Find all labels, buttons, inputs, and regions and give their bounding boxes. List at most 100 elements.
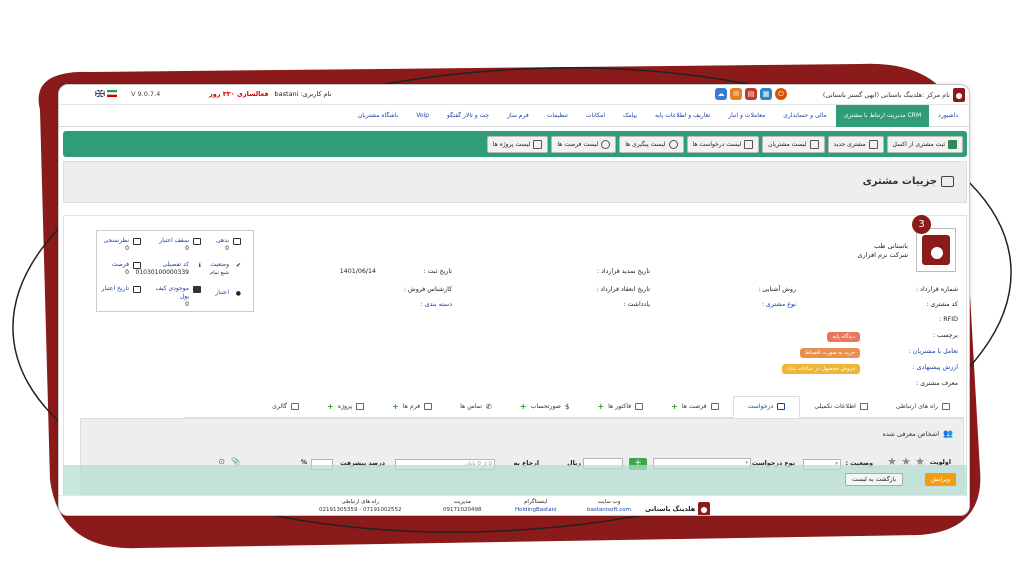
contract-conclusion-label: تاریخ انعقاد قرارداد : xyxy=(596,286,650,293)
chat-icon[interactable]: ✉ xyxy=(730,88,742,100)
add-icon[interactable]: + xyxy=(392,396,399,418)
credit-date-label: تاریخ اعتبار xyxy=(101,285,129,292)
survey-stat[interactable]: نظرسنجی 0 xyxy=(103,237,141,253)
tab-extra-info[interactable]: اطلاعات تکمیلی xyxy=(800,396,882,418)
add-icon[interactable]: + xyxy=(327,396,334,418)
power-icon[interactable]: ⏻ xyxy=(775,88,787,100)
info-icon xyxy=(859,403,868,410)
flag-icon xyxy=(133,262,141,269)
info-icon: ℹ xyxy=(198,262,201,269)
tab-gallery-label: گالری xyxy=(272,402,288,410)
tab-project[interactable]: پروژه + xyxy=(313,396,378,418)
followup-list-button[interactable]: لیست پیگیری ها xyxy=(619,135,684,153)
tab-statements-label: صورتحساب xyxy=(530,402,561,410)
uk-flag-icon[interactable] xyxy=(95,90,105,97)
tab-request[interactable]: درخواست xyxy=(732,395,801,418)
website-label: وب سایت xyxy=(597,499,621,505)
add-icon[interactable]: + xyxy=(671,396,678,418)
tab-contact-ways-label: راه های ارتباطی xyxy=(895,402,938,410)
wallet-value: 0 xyxy=(185,301,189,308)
request-list-button[interactable]: لیست درخواست ها xyxy=(686,135,760,153)
customer-stats: بدهی 0 سقف اعتبار 0 نظرسنجی 0 ✔ وضعیت شیع تما… xyxy=(96,230,254,312)
instagram-link[interactable]: HoldingBastani xyxy=(515,506,557,514)
management-label: مدیریت xyxy=(453,499,471,505)
menu-transactions[interactable]: معاملات و انبار xyxy=(719,112,774,119)
dollar-icon: $ xyxy=(564,402,570,411)
sms-icon[interactable]: ▤ xyxy=(745,88,757,100)
debt-value: 0 xyxy=(225,245,229,252)
credit-label: اعتبار xyxy=(215,289,229,296)
credit-date-stat[interactable]: تاریخ اعتبار xyxy=(99,285,141,293)
menu-features[interactable]: امکانات xyxy=(577,112,614,119)
add-icon[interactable]: + xyxy=(520,396,527,418)
back-to-list-button[interactable]: بازگشت به لیست xyxy=(845,473,904,486)
interaction-pill: خرید به صورت اقساط xyxy=(800,348,860,358)
credit-stat[interactable]: ● اعتبار xyxy=(215,289,241,297)
menu-form-builder[interactable]: فرم ساز xyxy=(498,112,538,119)
footer-instagram[interactable]: اینستاگرام HoldingBastani xyxy=(515,498,557,514)
project-list-button[interactable]: لیست پروژه ها xyxy=(486,135,549,153)
username: نام کاربری: bastani xyxy=(274,90,332,98)
interaction-label: تعامل با مشتریان : xyxy=(908,348,958,355)
clock-icon xyxy=(668,139,678,149)
rfid-label: RFID : xyxy=(939,316,958,323)
book-icon xyxy=(941,176,954,187)
bulb-icon xyxy=(601,139,611,149)
opportunity-stat[interactable]: فرصت 0 xyxy=(111,261,141,277)
referred-people-label: اشخاص معرفی شده xyxy=(882,429,940,438)
top-bar: نام مرکز :هلدینگ باستانی (ابهی گستر باست… xyxy=(59,85,969,105)
tab-invoices[interactable]: فاکتور ها + xyxy=(583,396,657,418)
customer-name-line2: شرکت نرم افزاری xyxy=(857,251,908,259)
tab-statements[interactable]: $ صورتحساب + xyxy=(506,396,584,418)
customer-list-button[interactable]: لیست مشتریان xyxy=(762,135,825,153)
detail-code-stat[interactable]: ℹ کد تفصیلی 01030100000339 xyxy=(136,261,201,277)
menu-dashboard[interactable]: داشبورد xyxy=(929,112,967,119)
invoice-icon xyxy=(635,403,644,410)
iran-flag-icon[interactable] xyxy=(107,90,117,97)
debt-stat[interactable]: بدهی 0 xyxy=(216,237,241,253)
status-stat[interactable]: ✔ وضعیت شیع تمام xyxy=(210,261,241,277)
opportunity-list-button[interactable]: لیست فرصت ها xyxy=(551,135,617,153)
customer-name: باستانی طب شرکت نرم افزاری xyxy=(857,242,908,260)
dot-icon: ● xyxy=(235,290,241,297)
menu-voip[interactable]: Voip xyxy=(407,112,438,119)
tab-request-label: درخواست xyxy=(747,402,774,410)
detail-tabs: راه های ارتباطی اطلاعات تکمیلی درخواست ف… xyxy=(184,395,964,418)
website-link[interactable]: bastanisoft.com xyxy=(587,506,631,514)
menu-sms[interactable]: پیامک xyxy=(614,112,646,119)
contact-phones: 07191002552 - 02191305359 xyxy=(319,507,402,513)
money-icon xyxy=(233,238,241,245)
new-customer-button[interactable]: مشتری جدید xyxy=(827,135,884,153)
menu-crm[interactable]: مدیریت ارتباط با مشتری CRM xyxy=(835,104,930,127)
menu-customer-club[interactable]: باشگاه مشتریان xyxy=(349,112,407,119)
category-label: دسته بندی : xyxy=(420,301,452,308)
status-label: وضعیت xyxy=(210,261,229,268)
tab-calls-label: تماس ها xyxy=(460,402,482,410)
credit-ceiling-stat[interactable]: سقف اعتبار 0 xyxy=(159,237,201,253)
tab-opportunities[interactable]: فرصت ها + xyxy=(657,396,733,418)
menu-accounting[interactable]: مالی و حسابداری xyxy=(774,112,836,119)
tab-calls[interactable]: ✆ تماس ها xyxy=(446,396,506,418)
project-list-label: لیست پروژه ها xyxy=(492,140,531,148)
center-name: نام مرکز :هلدینگ باستانی (ابهی گستر باست… xyxy=(822,91,950,99)
tab-forms[interactable]: فرم ها + xyxy=(378,396,446,418)
menu-base-info[interactable]: تعاریف و اطلاعات پایه xyxy=(646,112,719,119)
footer-website[interactable]: وب سایت bastanisoft.com xyxy=(587,498,631,514)
add-icon[interactable]: + xyxy=(597,396,604,418)
wallet-icon xyxy=(193,286,201,293)
language-switcher[interactable] xyxy=(95,90,117,97)
opportunity-label: فرصت xyxy=(111,261,129,268)
footer-brand-label: هلدینگ باستانی xyxy=(645,505,696,513)
tab-contact-ways[interactable]: راه های ارتباطی xyxy=(882,396,964,418)
customer-code-label: کد مشتری : xyxy=(926,301,958,308)
menu-settings[interactable]: تنظیمات xyxy=(538,112,577,119)
edit-button[interactable]: ویرایش xyxy=(925,473,956,486)
detail-code-label: کد تفصیلی xyxy=(162,261,189,268)
tab-gallery[interactable]: گالری xyxy=(258,396,313,418)
calendar-icon[interactable]: ▦ xyxy=(760,88,772,100)
wallet-stat[interactable]: موجودی کیف پول 0 xyxy=(145,285,201,309)
menu-chat[interactable]: چت و تالار گفتگو xyxy=(438,112,498,119)
request-list-label: لیست درخواست ها xyxy=(692,140,742,148)
cloud-icon[interactable]: ☁ xyxy=(715,88,727,100)
import-excel-button[interactable]: ثبت مشتری از اکسل xyxy=(886,135,963,153)
